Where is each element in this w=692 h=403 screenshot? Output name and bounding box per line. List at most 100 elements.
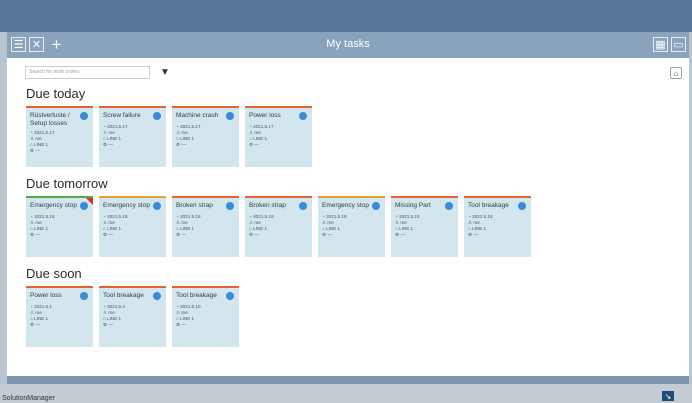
task-user-value: me [254, 130, 261, 135]
task-user: ♙ me [322, 220, 334, 226]
info-icon[interactable] [226, 292, 234, 300]
task-line-value: LINE 1 [107, 316, 122, 321]
task-line: ⌂ LINE 1 [468, 226, 486, 232]
task-line-value: LINE 1 [253, 136, 268, 141]
task-user-value: me [181, 310, 188, 315]
info-icon[interactable] [153, 202, 161, 210]
task-card[interactable]: Broken strap ◔ 2021.5.18 ♙ me ⌂ LINE 1 ⚙ — [245, 196, 312, 257]
home-icon[interactable]: ⌂ [670, 67, 682, 79]
task-extra: ⚙ — [103, 142, 113, 148]
info-icon[interactable] [372, 202, 380, 210]
task-user: ♙ me [249, 130, 261, 136]
task-title: Tool breakage [103, 292, 144, 299]
task-card[interactable]: Tool breakage ◔ 2021.6.10 ♙ me ⌂ LINE 1 ⚙ — [172, 286, 239, 347]
task-line-value: LINE 1 [34, 226, 49, 231]
task-date-value: 2021.5.17 [180, 124, 201, 129]
task-extra-value: — [181, 232, 186, 237]
task-user: ♙ me [103, 310, 115, 316]
inbox-icon[interactable]: ▭ [671, 37, 686, 52]
task-date-value: 2021.6.1 [34, 304, 52, 309]
task-user-value: me [254, 220, 261, 225]
task-line-value: LINE 1 [180, 226, 195, 231]
task-extra: ⚙ — [176, 142, 186, 148]
task-user-value: me [108, 220, 115, 225]
task-date-value: 2021.5.18 [34, 214, 55, 219]
task-extra-value: — [400, 232, 405, 237]
task-user: ♙ me [395, 220, 407, 226]
task-card[interactable]: Missing Part ◔ 2021.5.18 ♙ me ⌂ LINE 1 ⚙ — [391, 196, 458, 257]
task-card[interactable]: Tool breakage ◔ 2021.6.4 ♙ me ⌂ LINE 1 ⚙ — [99, 286, 166, 347]
task-extra: ⚙ — [30, 322, 40, 328]
task-card[interactable]: Rüstverluste / Setup losses ◔ 2021.5.17 ♙ … [26, 106, 93, 167]
task-title: Tool breakage [468, 202, 509, 209]
task-card[interactable]: Power loss ◔ 2021.6.1 ♙ me ⌂ LINE 1 ⚙ — [26, 286, 93, 347]
task-extra: ⚙ — [395, 232, 405, 238]
filter-icon[interactable]: ▼ [160, 67, 170, 78]
task-date: ◔ 2021.5.18 [395, 214, 420, 220]
task-extra-value: — [35, 322, 40, 327]
info-icon[interactable] [226, 112, 234, 120]
task-user-value: me [400, 220, 407, 225]
task-date: ◔ 2021.5.17 [30, 130, 55, 136]
task-user: ♙ me [103, 130, 115, 136]
info-icon[interactable] [299, 112, 307, 120]
task-date: ◔ 2021.5.18 [468, 214, 493, 220]
task-date-value: 2021.5.17 [253, 124, 274, 129]
task-extra-value: — [254, 232, 259, 237]
task-card[interactable]: Tool breakage ◔ 2021.5.18 ♙ me ⌂ LINE 1 ⚙ — [464, 196, 531, 257]
task-date: ◔ 2021.5.17 [249, 124, 274, 130]
task-extra-value: — [327, 232, 332, 237]
task-title: Power loss [249, 112, 281, 119]
info-icon[interactable] [518, 202, 526, 210]
info-icon[interactable] [153, 112, 161, 120]
task-line-value: LINE 1 [253, 226, 268, 231]
task-card[interactable]: Emergency stop ◔ 2021.5.18 ♙ me ⌂ LINE 1 ⚙ — [99, 196, 166, 257]
task-date-value: 2021.6.10 [180, 304, 201, 309]
task-date: ◔ 2021.6.10 [176, 304, 201, 310]
info-icon[interactable] [153, 292, 161, 300]
task-date-value: 2021.5.18 [180, 214, 201, 219]
task-user-value: me [327, 220, 334, 225]
task-line-value: LINE 1 [180, 136, 195, 141]
overdue-marker [86, 198, 93, 205]
task-card[interactable]: Screw failure ◔ 2021.5.17 ♙ me ⌂ LINE 1 ⚙ — [99, 106, 166, 167]
task-extra: ⚙ — [30, 148, 40, 154]
task-extra-value: — [254, 142, 259, 147]
section-heading: Due tomorrow [26, 176, 108, 191]
info-icon[interactable] [299, 202, 307, 210]
task-line-value: LINE 1 [107, 136, 122, 141]
task-line-value: LINE 1 [34, 316, 49, 321]
task-title: Emergency stop [30, 202, 77, 209]
task-date: ◔ 2021.6.4 [103, 304, 125, 310]
info-icon[interactable] [80, 112, 88, 120]
search-input[interactable]: Search for work orders [25, 66, 150, 79]
task-extra: ⚙ — [30, 232, 40, 238]
task-title: Machine crash [176, 112, 219, 119]
task-user-value: me [181, 220, 188, 225]
info-icon[interactable] [80, 292, 88, 300]
grid-icon[interactable]: ▦ [653, 37, 668, 52]
task-line: ⌂ LINE 1 [30, 142, 48, 148]
task-extra-value: — [473, 232, 478, 237]
task-date: ◔ 2021.5.17 [103, 124, 128, 130]
task-card[interactable]: Broken strap ◔ 2021.5.18 ♙ me ⌂ LINE 1 ⚙ — [172, 196, 239, 257]
task-date-value: 2021.5.18 [326, 214, 347, 219]
task-user-value: me [473, 220, 480, 225]
task-user: ♙ me [103, 220, 115, 226]
section-heading: Due soon [26, 266, 82, 281]
expand-icon[interactable]: ↘ [662, 391, 674, 401]
task-title: Tool breakage [176, 292, 217, 299]
task-card[interactable]: Machine crash ◔ 2021.5.17 ♙ me ⌂ LINE 1 ⚙ — [172, 106, 239, 167]
task-card[interactable]: Emergency stop ◔ 2021.5.18 ♙ me ⌂ LINE 1 ⚙ — [318, 196, 385, 257]
task-card[interactable]: Emergency stop ◔ 2021.5.18 ♙ me ⌂ LINE 1 ⚙ — [26, 196, 93, 257]
task-extra-value: — [181, 142, 186, 147]
task-line: ⌂ LINE 1 [249, 226, 267, 232]
task-line-value: LINE 1 [326, 226, 341, 231]
task-date-value: 2021.5.17 [34, 130, 55, 135]
info-icon[interactable] [226, 202, 234, 210]
top-bar [0, 0, 692, 32]
task-title: Broken strap [249, 202, 286, 209]
info-icon[interactable] [445, 202, 453, 210]
task-card[interactable]: Power loss ◔ 2021.5.17 ♙ me ⌂ LINE 1 ⚙ — [245, 106, 312, 167]
task-line: ⌂ LINE 1 [322, 226, 340, 232]
